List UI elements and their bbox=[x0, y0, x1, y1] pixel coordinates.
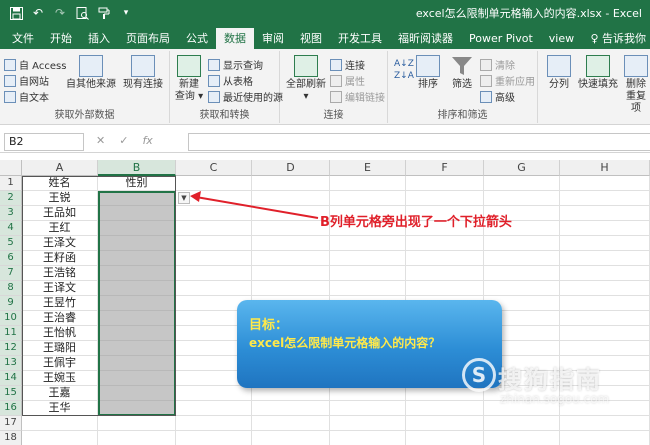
callout-question: excel怎么限制单元格输入的内容？ bbox=[249, 336, 441, 350]
sogou-logo-icon: S bbox=[462, 358, 496, 392]
watermark-text: 搜狗指南 bbox=[498, 366, 602, 394]
callout-title: 目标： bbox=[249, 318, 289, 333]
watermark-url: zhinan.sogou.com bbox=[500, 392, 610, 406]
annotation-text: B列单元格旁出现了一个下拉箭头 bbox=[320, 215, 512, 230]
